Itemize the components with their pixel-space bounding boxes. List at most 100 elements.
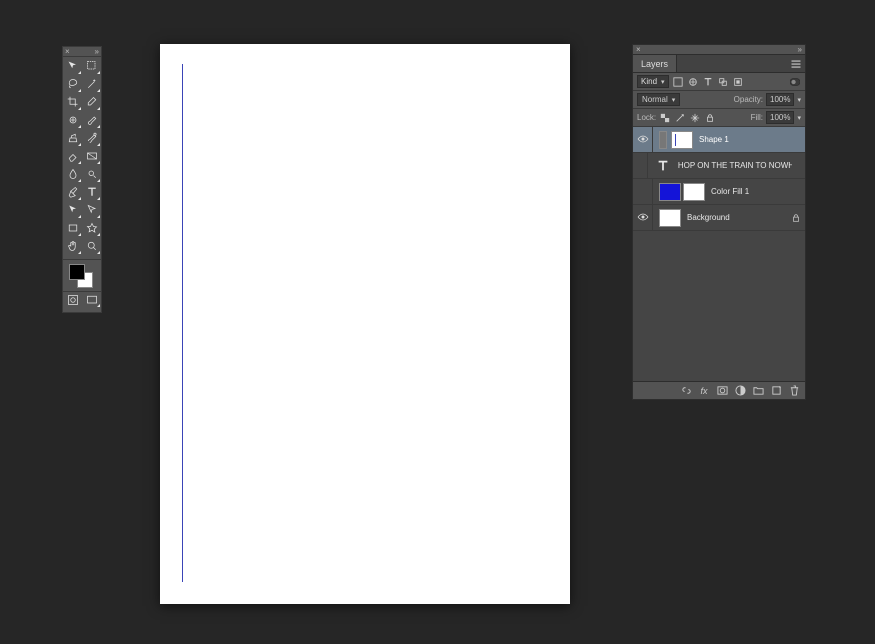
- filter-smart-icon[interactable]: [732, 76, 744, 88]
- collapse-icon[interactable]: »: [95, 47, 99, 56]
- lock-transparency-icon[interactable]: [659, 112, 671, 124]
- new-layer-icon[interactable]: [770, 385, 782, 397]
- tools-panel-header[interactable]: × »: [63, 47, 101, 57]
- dodge-tool[interactable]: [82, 165, 101, 183]
- layer-name[interactable]: Shape 1: [699, 135, 729, 144]
- eraser-tool[interactable]: [63, 147, 82, 165]
- opacity-input[interactable]: 100%: [766, 93, 794, 106]
- quick-mask-tool[interactable]: [63, 292, 82, 308]
- rectangle-tool[interactable]: [63, 219, 82, 237]
- eye-icon: [637, 211, 649, 225]
- fill-value: 100%: [770, 113, 790, 122]
- layers-panel: × » Layers Kind ▾ Normal ▾ Opacity: 100%: [632, 44, 806, 400]
- layers-panel-topbar[interactable]: × »: [633, 45, 805, 55]
- type-layer-icon: [654, 157, 672, 175]
- fill-thumbnail[interactable]: [659, 183, 681, 201]
- layer-mask-icon[interactable]: [716, 385, 728, 397]
- clone-stamp-tool[interactable]: [63, 129, 82, 147]
- lasso-tool[interactable]: [63, 75, 82, 93]
- visibility-toggle[interactable]: [633, 179, 653, 204]
- fill-input[interactable]: 100%: [766, 111, 794, 124]
- color-swatches[interactable]: [63, 259, 101, 289]
- adjustment-layer-icon[interactable]: [734, 385, 746, 397]
- blend-mode-value: Normal: [642, 95, 668, 104]
- screen-mode-row: [63, 291, 101, 308]
- type-tool[interactable]: [82, 183, 101, 201]
- eye-icon: [637, 133, 649, 147]
- tools-panel: × »: [62, 46, 102, 313]
- layer-name[interactable]: HOP ON THE TRAIN TO NOWHERE BABY: [678, 161, 792, 170]
- zoom-tool[interactable]: [82, 237, 101, 255]
- mask-thumbnail[interactable]: [683, 183, 705, 201]
- move-tool[interactable]: [63, 57, 82, 75]
- chevron-down-icon[interactable]: ▾: [797, 114, 801, 122]
- gradient-tool[interactable]: [82, 147, 101, 165]
- visibility-toggle[interactable]: [633, 153, 648, 178]
- screen-mode-tool[interactable]: [82, 292, 101, 308]
- layer-row[interactable]: Shape 1: [633, 127, 805, 153]
- group-icon[interactable]: [752, 385, 764, 397]
- layer-thumbnails: [654, 157, 672, 175]
- lock-position-icon[interactable]: [689, 112, 701, 124]
- custom-shape-tool[interactable]: [82, 219, 101, 237]
- layer-filter-row: Kind ▾: [633, 73, 805, 91]
- layer-row[interactable]: HOP ON THE TRAIN TO NOWHERE BABY: [633, 153, 805, 179]
- layer-list: Shape 1 HOP ON THE TRAIN TO NOWHERE BABY C…: [633, 127, 805, 381]
- visibility-toggle[interactable]: [633, 127, 653, 152]
- visibility-toggle[interactable]: [633, 205, 653, 230]
- chevron-down-icon: ▾: [672, 96, 676, 104]
- layers-panel-tabbar: Layers: [633, 55, 805, 73]
- layer-thumbnails: [659, 209, 681, 227]
- layer-thumbnails: [659, 131, 693, 149]
- close-dot-icon[interactable]: ×: [636, 45, 641, 54]
- lock-label: Lock:: [637, 113, 656, 122]
- spot-heal-tool[interactable]: [63, 111, 82, 129]
- tools-grid: [63, 57, 101, 255]
- panel-menu-button[interactable]: [787, 55, 805, 72]
- chevron-down-icon[interactable]: ▾: [797, 96, 801, 104]
- vector-mask-badge: [659, 131, 667, 149]
- layers-panel-footer: fx: [633, 381, 805, 399]
- magic-wand-tool[interactable]: [82, 75, 101, 93]
- filter-type-icon[interactable]: [702, 76, 714, 88]
- filter-kind-label: Kind: [641, 77, 657, 86]
- filter-toggle[interactable]: [789, 76, 801, 88]
- layer-fx-icon[interactable]: fx: [698, 385, 710, 397]
- filter-kind-select[interactable]: Kind ▾: [637, 75, 669, 88]
- close-dot-icon[interactable]: ×: [65, 47, 70, 56]
- tab-layers[interactable]: Layers: [633, 55, 677, 72]
- eyedropper-tool[interactable]: [82, 93, 101, 111]
- layer-row[interactable]: Background: [633, 205, 805, 231]
- lock-indicator[interactable]: [787, 213, 805, 223]
- layer-thumbnails: [659, 183, 705, 201]
- shape-thumbnail[interactable]: [671, 131, 693, 149]
- foreground-color-swatch[interactable]: [69, 264, 85, 280]
- canvas[interactable]: [160, 44, 570, 604]
- opacity-label: Opacity:: [734, 95, 763, 104]
- rect-select-tool[interactable]: [82, 57, 101, 75]
- layer-name[interactable]: Color Fill 1: [711, 187, 749, 196]
- path-select-tool[interactable]: [63, 201, 82, 219]
- filter-pixel-icon[interactable]: [672, 76, 684, 88]
- direct-select-tool[interactable]: [82, 201, 101, 219]
- hand-tool[interactable]: [63, 237, 82, 255]
- brush-tool[interactable]: [82, 111, 101, 129]
- blur-tool[interactable]: [63, 165, 82, 183]
- chevron-down-icon: ▾: [661, 78, 665, 86]
- lock-fill-row: Lock: Fill: 100% ▾: [633, 109, 805, 127]
- trash-icon[interactable]: [788, 385, 800, 397]
- pen-tool[interactable]: [63, 183, 82, 201]
- crop-tool[interactable]: [63, 93, 82, 111]
- history-brush-tool[interactable]: [82, 129, 101, 147]
- link-layers-icon[interactable]: [680, 385, 692, 397]
- layer-row[interactable]: Color Fill 1: [633, 179, 805, 205]
- blend-mode-select[interactable]: Normal ▾: [637, 93, 680, 106]
- collapse-icon[interactable]: »: [798, 45, 802, 54]
- filter-adjust-icon[interactable]: [687, 76, 699, 88]
- layer-name[interactable]: Background: [687, 213, 730, 222]
- lock-pixels-icon[interactable]: [674, 112, 686, 124]
- layer-thumbnail[interactable]: [659, 209, 681, 227]
- opacity-value: 100%: [770, 95, 790, 104]
- filter-shape-icon[interactable]: [717, 76, 729, 88]
- lock-all-icon[interactable]: [704, 112, 716, 124]
